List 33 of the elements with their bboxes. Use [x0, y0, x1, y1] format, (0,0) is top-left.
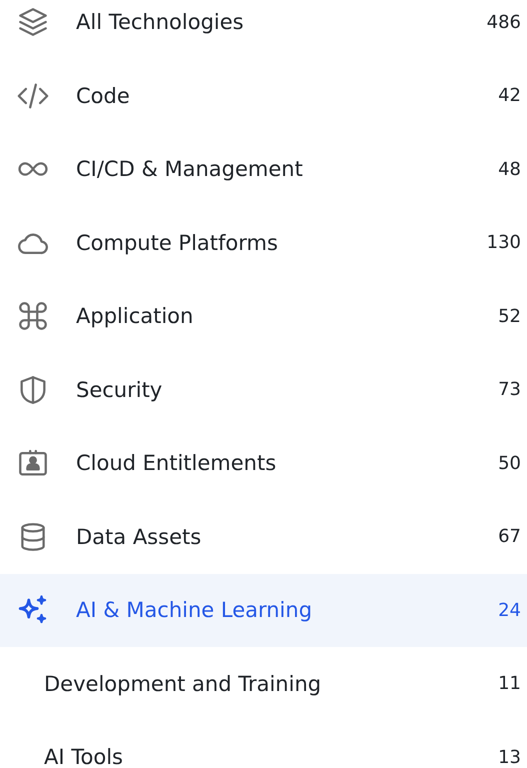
category-label: AI & Machine Learning [76, 598, 314, 622]
category-item[interactable]: CI/CD & Management 48 [0, 132, 527, 206]
item-count: 50 [498, 452, 521, 474]
item-count: 130 [486, 232, 521, 254]
subcategory-label: AI Tools [44, 745, 124, 768]
category-label: Data Assets [76, 524, 202, 549]
category-label: Code [76, 84, 131, 108]
subcategory-item[interactable]: Development and Training 11 [0, 647, 527, 720]
category-label: CI/CD & Management [76, 157, 304, 182]
subcategory-label: Development and Training [44, 672, 322, 696]
item-count: 48 [498, 158, 521, 180]
item-count: 67 [498, 526, 521, 548]
category-item[interactable]: Cloud Entitlements 50 [0, 426, 527, 500]
item-count: 24 [498, 600, 521, 621]
subcategory-item[interactable]: AI Tools 13 [0, 720, 527, 768]
item-count: 486 [486, 12, 521, 33]
category-item[interactable]: Compute Platforms 130 [0, 206, 527, 280]
category-item[interactable]: Data Assets 67 [0, 500, 527, 574]
item-count: 42 [498, 85, 521, 106]
category-item[interactable]: Application 52 [0, 280, 527, 353]
category-item[interactable]: All Technologies 486 [0, 0, 527, 59]
item-count: 73 [498, 379, 521, 400]
item-count: 11 [498, 673, 521, 694]
category-item[interactable]: Code 42 [0, 59, 527, 132]
category-label: All Technologies [76, 10, 245, 34]
item-count: 52 [498, 306, 521, 327]
category-label: Application [76, 304, 194, 328]
category-label: Compute Platforms [76, 230, 279, 255]
category-item[interactable]: AI & Machine Learning 24 [0, 574, 527, 647]
category-label: Security [76, 378, 164, 402]
category-item[interactable]: Security 73 [0, 353, 527, 426]
category-label: Cloud Entitlements [76, 451, 278, 476]
item-count: 13 [498, 746, 521, 768]
